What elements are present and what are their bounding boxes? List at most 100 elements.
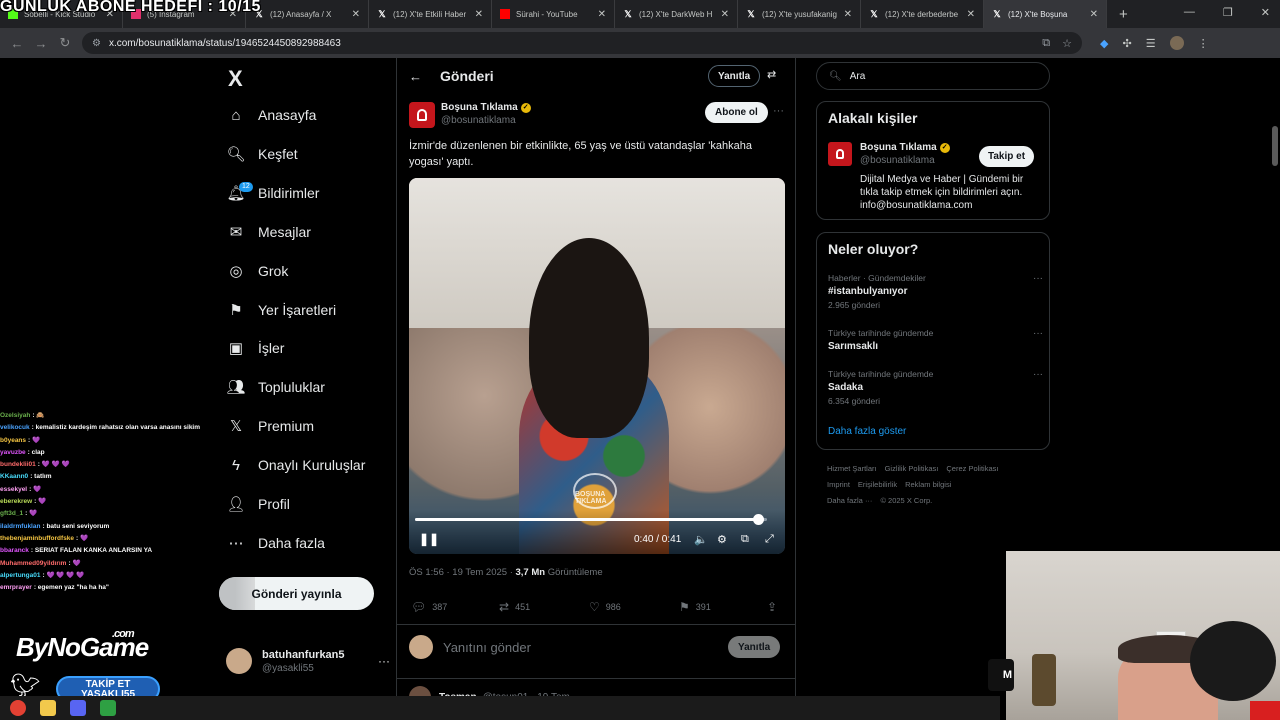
reading-list-icon[interactable]: ☰ <box>1146 37 1156 50</box>
author-avatar[interactable] <box>409 102 435 128</box>
close-tab-icon[interactable]: ✕ <box>475 9 483 20</box>
video-progress-track[interactable] <box>415 518 767 521</box>
sidebar-item-grok[interactable]: ◎ Grok <box>226 256 288 286</box>
bookmark-action[interactable]: ⚑ 391 <box>679 600 711 614</box>
forward-arrow-icon[interactable]: → <box>34 36 48 51</box>
author-handle[interactable]: @bosunatiklama <box>441 115 531 126</box>
browser-tab[interactable]: 𝕏 (12) Anasayfa / X ✕ <box>246 0 369 28</box>
star-icon[interactable]: ☆ <box>1062 37 1072 50</box>
related-avatar[interactable] <box>828 142 852 166</box>
account-switcher[interactable]: batuhanfurkan5 @yasakli55 ··· <box>226 648 390 674</box>
more-dots-icon[interactable]: ··· <box>378 654 390 668</box>
author-name[interactable]: Boşuna Tıklama <box>441 102 518 113</box>
more-dots-icon[interactable]: ··· <box>773 105 784 117</box>
maximize-icon[interactable]: ❐ <box>1223 6 1233 19</box>
footer-link[interactable]: Hizmet Şartları <box>827 464 877 473</box>
site-info-icon[interactable]: ⚙ <box>92 38 101 49</box>
footer-link[interactable]: Çerez Politikası <box>946 464 998 473</box>
post-author[interactable]: Boşuna Tıklama ✓ @bosunatiklama <box>409 102 531 128</box>
pip-icon[interactable]: ⧉ <box>741 533 749 546</box>
trend-item[interactable]: Türkiye tarihinde gündemde Sarımsaklı ··· <box>828 328 1043 352</box>
x-logo[interactable]: X <box>228 66 243 92</box>
more-dots-icon[interactable]: ··· <box>1033 328 1043 339</box>
extension-icon[interactable]: ◆ <box>1100 37 1108 50</box>
webcam-headphones <box>1190 621 1276 701</box>
more-dots-icon[interactable]: ··· <box>1033 369 1043 380</box>
reply-composer[interactable]: Yanıtını gönder <box>409 635 531 659</box>
video-player[interactable]: BOŞUNA TIKLAMA ❚❚ 0:40 / 0:41 🔈 ⚙ ⧉ ⤢ <box>409 178 785 554</box>
discord-icon[interactable] <box>70 700 86 716</box>
close-tab-icon[interactable]: ✕ <box>967 9 975 20</box>
sidebar-item-mesajlar[interactable]: ✉ Mesajlar <box>226 217 311 247</box>
stream-overlay-title: GÜNLÜK ABONE HEDEFİ : 10/15 <box>0 0 261 15</box>
subscribe-button[interactable]: Abone ol <box>705 102 768 123</box>
post-button[interactable]: Gönderi yayınla <box>219 577 374 610</box>
sidebar-item-bildirimler[interactable]: 🔔︎ 12 Bildirimler <box>226 178 319 208</box>
back-arrow-icon[interactable]: ← <box>409 69 422 84</box>
folder-icon[interactable] <box>40 700 56 716</box>
reply-submit-button[interactable]: Yanıtla <box>728 636 781 658</box>
sidebar-item-topluluklar[interactable]: 👥︎ Topluluklar <box>226 372 324 402</box>
chrome-icon[interactable] <box>10 700 26 716</box>
profile-avatar-icon[interactable] <box>1169 36 1184 50</box>
search-input[interactable]: 🔍︎ Ara <box>816 62 1050 90</box>
related-name[interactable]: Boşuna Tıklama <box>860 142 937 153</box>
footer-link[interactable]: Daha fazla ··· <box>827 496 872 505</box>
close-tab-icon[interactable]: ✕ <box>844 9 852 20</box>
browser-tab[interactable]: 𝕏 (12) X'te Boşuna ✕ <box>984 0 1107 28</box>
sidebar-item-i-ler[interactable]: ▣ İşler <box>226 333 285 363</box>
chat-emote: 💜 💜 💜 💜 <box>46 571 85 579</box>
extensions-puzzle-icon[interactable]: ✣ <box>1122 37 1131 50</box>
close-tab-icon[interactable]: ✕ <box>721 9 729 20</box>
back-arrow-icon[interactable]: ← <box>10 36 24 51</box>
follow-button[interactable]: Takip et <box>979 146 1035 167</box>
browser-tab[interactable]: Sürahi - YouTube ✕ <box>492 0 615 28</box>
reply-input[interactable]: Yanıtını gönder <box>443 640 531 655</box>
sidebar-item-onayl-kurulu-lar[interactable]: ϟ Onaylı Kuruluşlar <box>226 450 365 480</box>
sidebar-item-premium[interactable]: 𝕏 Premium <box>226 411 314 441</box>
install-icon[interactable]: ⧉ <box>1042 37 1050 50</box>
share-action[interactable]: ⇪ <box>767 600 783 614</box>
footer-link[interactable]: Reklam bilgisi <box>905 480 951 489</box>
sidebar-item-anasayfa[interactable]: ⌂ Anasayfa <box>226 100 316 130</box>
reply-header-button[interactable]: Yanıtla <box>708 65 761 87</box>
reload-icon[interactable]: ↻ <box>58 35 72 51</box>
browser-tab[interactable]: 𝕏 (12) X'te Etkili Haber ✕ <box>369 0 492 28</box>
show-more-link[interactable]: Daha fazla göster <box>828 426 906 437</box>
footer-link[interactable]: Gizlilik Politikası <box>885 464 939 473</box>
more-dots-icon[interactable]: ··· <box>1033 273 1043 284</box>
trend-item[interactable]: Haberler · Gündemdekiler #istanbulyanıyor… <box>828 273 1043 310</box>
close-window-icon[interactable]: ✕ <box>1261 6 1270 19</box>
footer-link[interactable]: Imprint <box>827 480 850 489</box>
menu-kebab-icon[interactable]: ⋮ <box>1198 37 1209 50</box>
footer-link[interactable]: Erişilebilirlik <box>858 480 897 489</box>
like-action[interactable]: ♡ 986 <box>589 600 621 614</box>
volume-icon[interactable]: 🔈 <box>694 533 708 546</box>
sidebar-item-daha-fazla[interactable]: ⋯ Daha fazla <box>226 528 325 558</box>
sidebar-item-profil[interactable]: 👤︎ Profil <box>226 489 289 519</box>
close-tab-icon[interactable]: ✕ <box>1090 9 1098 20</box>
scrollbar-thumb[interactable] <box>1272 126 1278 166</box>
reply-action[interactable]: 💬︎ 387 <box>411 600 447 614</box>
browser-tab[interactable]: 𝕏 (12) X'te DarkWeb H ✕ <box>615 0 738 28</box>
settings-gear-icon[interactable]: ⚙ <box>717 533 727 546</box>
browser-tab[interactable]: 𝕏 (12) X'te derbederbe ✕ <box>861 0 984 28</box>
repost-action[interactable]: ⇄ 451 <box>499 600 530 614</box>
app-icon[interactable] <box>100 700 116 716</box>
footer-link[interactable]: © 2025 X Corp. <box>880 496 932 505</box>
post-timestamp[interactable]: ÖS 1:56 · 19 Tem 2025 · <box>409 567 516 578</box>
related-person[interactable]: Boşuna Tıklama ✓ @bosunatiklama <box>828 142 950 166</box>
sidebar-item-yer-i-aretleri[interactable]: ⚑ Yer İşaretleri <box>226 295 336 325</box>
sidebar-item-ke-fet[interactable]: 🔍︎ Keşfet <box>226 139 297 169</box>
filter-settings-icon[interactable]: ⇄ <box>767 68 776 81</box>
pause-icon[interactable]: ❚❚ <box>419 532 439 546</box>
close-tab-icon[interactable]: ✕ <box>598 9 606 20</box>
minimize-icon[interactable]: — <box>1184 6 1195 19</box>
close-tab-icon[interactable]: ✕ <box>352 9 360 20</box>
fullscreen-icon[interactable]: ⤢ <box>765 533 774 546</box>
browser-tab[interactable]: 𝕏 (12) X'te yusufakanig ✕ <box>738 0 861 28</box>
trend-item[interactable]: Türkiye tarihinde gündemde Sadaka 6.354 gö… <box>828 369 1043 406</box>
page-scrollbar[interactable] <box>1270 116 1280 616</box>
url-field[interactable]: ⚙ x.com/bosunatiklama/status/19465244508… <box>82 32 1082 54</box>
new-tab-button[interactable]: + <box>1119 6 1128 23</box>
